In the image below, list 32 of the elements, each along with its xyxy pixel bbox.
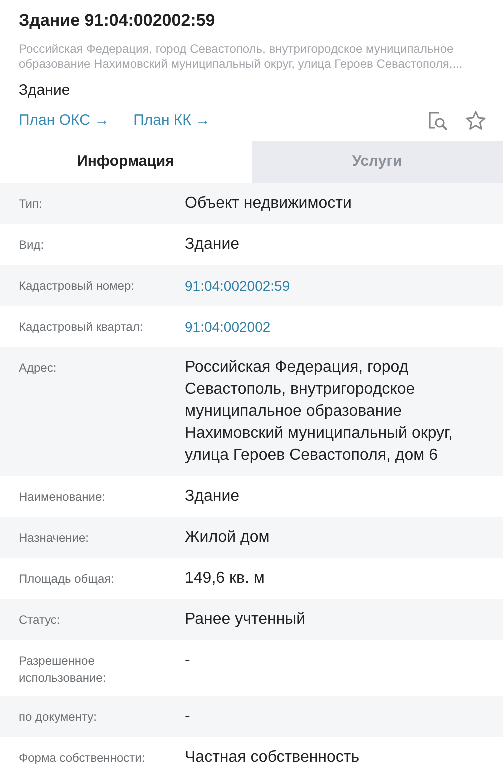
field-value: Российская Федерация, город Севастополь, внутригородское муниципальное образование Нахимовский муниципальный округ, улица Героев Севастополя, дом 6 [185,358,454,466]
field-label: Площадь общая: [19,571,116,588]
field-value: Здание [185,235,240,255]
field-value: Объект недвижимости [185,194,352,214]
field-label: Форма собственности: [19,750,146,767]
field-value: 149,6 кв. м [185,569,265,589]
field-label: Наименование: [19,489,107,506]
field-label: Кадастровый номер: [19,278,136,295]
field-value: - [185,651,190,671]
document-search-icon[interactable] [427,110,449,132]
field-value: - [185,706,190,727]
field-label: Назначение: [19,530,90,547]
plan-link[interactable]: План КК → [134,110,211,132]
star-icon[interactable] [465,110,487,132]
field-value: Частная собственность [185,748,360,768]
field-label: по документу: [19,708,98,726]
field-link[interactable]: 91:04:002002:59 [185,275,290,297]
field-label: Статус: [19,612,62,629]
field-label: Адрес: [19,360,58,377]
page-title: Здание 91:04:002002:59 [19,10,216,32]
field-label: Кадастровый квартал: [19,319,144,336]
plan-link[interactable]: План ОКС → [19,110,110,132]
field-label: Разрешенное использование: [19,653,108,687]
address-summary: Российская Федерация, город Севастополь, внутригородское муниципальное образование Нахимовский муниципальный округ, улица Героев Севастополя,... [19,42,464,72]
field-label: Вид: [19,237,46,254]
field-value: Ранее учтенный [185,610,306,630]
tab[interactable]: Услуги [252,140,503,183]
field-value: Жилой дом [185,528,270,548]
object-type: Здание [19,80,72,100]
field-link[interactable]: 91:04:002002 [185,316,271,338]
field-value: Здание [185,487,240,507]
field-label: Тип: [19,196,44,213]
